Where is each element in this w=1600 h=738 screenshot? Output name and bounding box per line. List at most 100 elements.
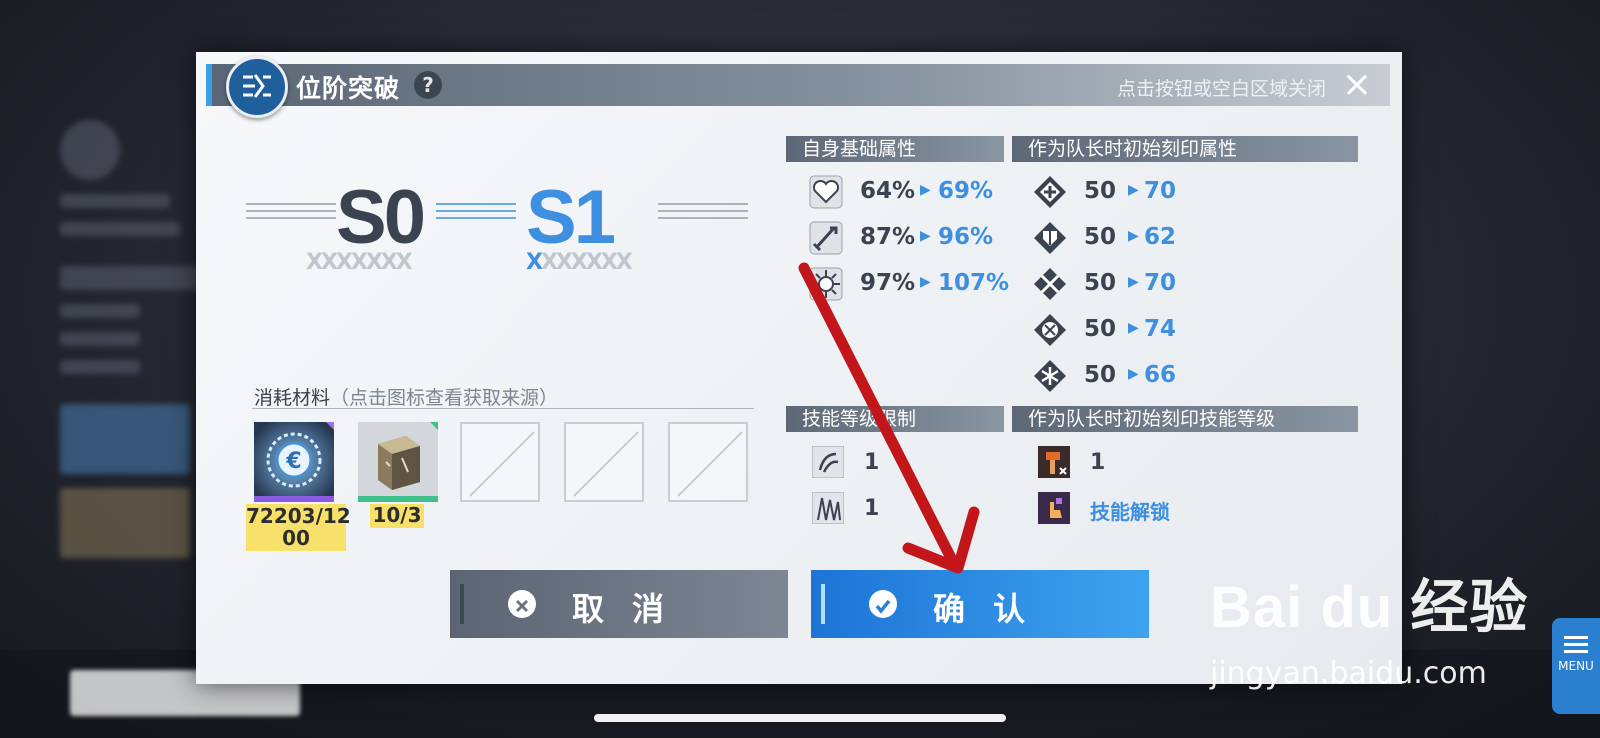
- svg-text:€: €: [285, 449, 301, 474]
- arrow-right-icon: ▶: [920, 274, 931, 290]
- empty-slot-icon: [573, 431, 639, 497]
- close-hint: 点击按钮或空白区域关闭: [1116, 78, 1326, 100]
- base-stat-row: 87% ▶ 96%: [808, 220, 1008, 256]
- menu-icon: [1564, 636, 1588, 653]
- sword-icon: [809, 221, 843, 255]
- skill-hand-icon: [1038, 492, 1070, 524]
- shield-icon: [1034, 222, 1066, 254]
- cancel-x-icon: [508, 590, 536, 618]
- leader-stats-title: 作为队长时初始刻印属性: [1012, 136, 1358, 162]
- watermark-main: Bai du 经验: [1210, 575, 1529, 640]
- stat-from: 50: [1084, 224, 1117, 250]
- stat-to: 70: [1144, 270, 1177, 296]
- stat-to: 96%: [938, 224, 994, 250]
- arrow-right-icon: ▶: [1128, 228, 1139, 244]
- materials-hint: （点击图标查看获取来源）: [330, 387, 559, 409]
- material-slot-credit[interactable]: €: [254, 422, 334, 502]
- close-icon[interactable]: ×: [1342, 66, 1372, 104]
- leader-stat-row: 50 ▶ 74: [1032, 312, 1192, 348]
- rank-chain-new: ⅩⅩⅩⅩⅩⅩⅩ: [526, 250, 633, 275]
- qty-line-1: 72203/12: [246, 504, 351, 528]
- stat-to: 107%: [938, 270, 1010, 296]
- confirm-button[interactable]: 确认: [811, 570, 1149, 638]
- base-stats-title: 自身基础属性: [786, 136, 1004, 162]
- cancel-button[interactable]: 取消: [450, 570, 788, 638]
- background-side-panel: [60, 120, 210, 640]
- watermark: Bai du 经验 jingyan.baidu.com: [1210, 560, 1529, 691]
- metal-cube-icon: [358, 422, 438, 502]
- stat-from: 50: [1084, 270, 1117, 296]
- rank-lines-left: [246, 198, 336, 228]
- skill-limit-value: 1: [864, 496, 880, 521]
- skill-limit-value: 1: [864, 450, 880, 475]
- leader-stat-row: 50 ▶ 66: [1032, 358, 1192, 394]
- leader-stat-row: 50 ▶ 62: [1032, 220, 1192, 256]
- rank-to: S1: [526, 175, 616, 260]
- material-slot-cube[interactable]: [358, 422, 438, 502]
- cancel-label: 取消: [572, 590, 693, 628]
- arrow-right-icon: ▶: [1128, 274, 1139, 290]
- arrow-right-icon: ▶: [920, 228, 931, 244]
- leader-skill-value: 1: [1090, 450, 1106, 475]
- leader-skill-row: 1: [1038, 446, 1198, 480]
- empty-slot-icon: [677, 431, 743, 497]
- stat-to: 70: [1144, 178, 1177, 204]
- arrow-right-icon: ▶: [1128, 320, 1139, 336]
- button-accent: [460, 584, 464, 624]
- stat-from: 50: [1084, 178, 1117, 204]
- target-icon: [1034, 314, 1066, 346]
- material-quantity: 72203/12 00: [246, 504, 351, 551]
- home-indicator[interactable]: [594, 714, 1006, 722]
- arrow-right-icon: ▶: [920, 182, 931, 198]
- crossed-swords-icon: [1034, 268, 1066, 300]
- leader-stat-row: 50 ▶ 70: [1032, 266, 1192, 302]
- skill-limit-row: 1: [812, 446, 932, 480]
- stat-from: 50: [1084, 316, 1117, 342]
- material-slot-empty: [668, 422, 748, 502]
- confirm-label: 确认: [933, 590, 1054, 628]
- button-accent: [821, 584, 825, 624]
- base-stat-row: 64% ▶ 69%: [808, 174, 1008, 210]
- qty-line-2: 00: [282, 526, 310, 550]
- stat-from: 64%: [860, 178, 916, 204]
- header-accent: [206, 64, 212, 106]
- stat-from: 87%: [860, 224, 916, 250]
- arrow-right-icon: ▶: [1128, 182, 1139, 198]
- materials-title: 消耗材料（点击图标查看获取来源）: [254, 383, 558, 410]
- help-icon[interactable]: ?: [414, 71, 442, 99]
- leader-skills-title: 作为队长时初始刻印技能等级: [1012, 406, 1358, 432]
- skill-limit-row: 1: [812, 492, 932, 526]
- stat-to: 69%: [938, 178, 994, 204]
- rank-chain-old: ⅩⅩⅩⅩⅩⅩⅩ: [306, 250, 413, 275]
- breakthrough-icon: [226, 56, 288, 118]
- material-slot-empty: [460, 422, 540, 502]
- menu-button[interactable]: MENU: [1552, 618, 1600, 714]
- skill-unlock-text: 技能解锁: [1090, 500, 1170, 524]
- skill-limits-title: 技能等级限制: [786, 406, 1004, 432]
- materials-divider: [252, 408, 754, 409]
- materials-label: 消耗材料: [254, 387, 331, 409]
- stat-to: 62: [1144, 224, 1177, 250]
- leader-stat-row: 50 ▶ 70: [1032, 174, 1192, 210]
- material-slot-empty: [564, 422, 644, 502]
- leader-skill-row: 技能解锁: [1038, 492, 1198, 526]
- watermark-sub: jingyan.baidu.com: [1210, 656, 1487, 691]
- cross-shield-icon: [1034, 176, 1066, 208]
- skill-spikes-icon: [812, 492, 844, 524]
- skill-claw-icon: [812, 446, 844, 478]
- arrow-right-icon: ▶: [1128, 366, 1139, 382]
- empty-slot-icon: [469, 431, 535, 497]
- heart-icon: [809, 175, 843, 209]
- dialog-header: 位阶突破 ? 点击按钮或空白区域关闭 ×: [206, 56, 1390, 118]
- checkmark-icon: [869, 590, 897, 618]
- rank-lines-middle: [436, 198, 516, 228]
- stat-to: 74: [1144, 316, 1177, 342]
- stat-to: 66: [1144, 362, 1177, 388]
- snowflake-icon: [1034, 360, 1066, 392]
- gear-icon: [809, 267, 843, 301]
- rank-from: S0: [336, 175, 426, 260]
- skill-hammer-icon: [1038, 446, 1070, 478]
- rank-lines-right: [658, 198, 748, 228]
- base-stat-row: 97% ▶ 107%: [808, 266, 1010, 302]
- credit-coin-icon: €: [254, 422, 334, 502]
